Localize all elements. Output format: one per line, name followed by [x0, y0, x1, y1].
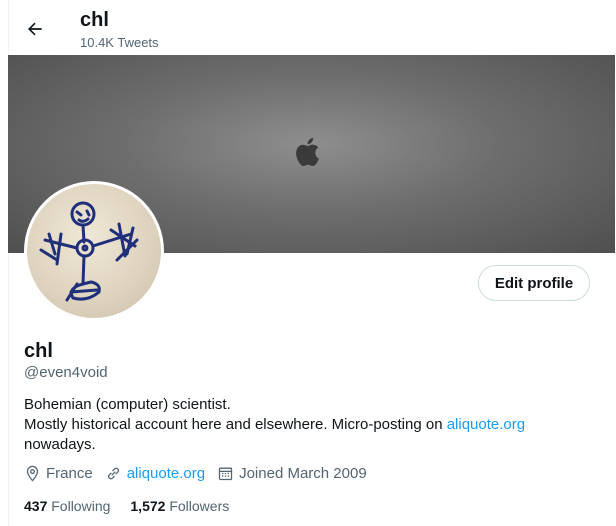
profile-meta: France aliquote.org Joined March 2009 — [24, 465, 379, 482]
following-count: 437 — [24, 498, 48, 514]
following-link[interactable]: 437 Following — [24, 498, 110, 514]
bio-line-1: Bohemian (computer) scientist. — [24, 396, 231, 413]
joined-item: Joined March 2009 — [217, 465, 367, 482]
location-item: France — [24, 465, 93, 482]
following-label: Following — [51, 498, 111, 514]
bio-line-2-text: Mostly historical account here and elsew… — [24, 416, 447, 433]
location-icon — [26, 465, 39, 482]
edit-profile-button[interactable]: Edit profile — [478, 265, 590, 301]
profile-bio: Bohemian (computer) scientist. Mostly hi… — [24, 395, 584, 455]
profile-name: chl — [24, 340, 53, 362]
profile-stats: 437 Following 1,572 Followers — [24, 498, 249, 514]
tweet-count: 10.4K Tweets — [80, 35, 159, 50]
link-icon — [107, 467, 119, 480]
followers-count: 1,572 — [130, 498, 166, 514]
followers-label: Followers — [169, 498, 230, 514]
location-text: France — [46, 465, 93, 482]
avatar-drawing — [39, 201, 139, 302]
bio-line-3: nowadays. — [24, 436, 96, 453]
website-item: aliquote.org — [105, 465, 205, 482]
followers-link[interactable]: 1,572 Followers — [130, 498, 229, 514]
bio-line-2: Mostly historical account here and elsew… — [24, 415, 584, 435]
back-arrow-icon — [28, 22, 42, 36]
avatar-image — [27, 184, 161, 318]
profile-handle: @even4void — [24, 364, 108, 381]
header-title: chl — [80, 9, 109, 31]
joined-text: Joined March 2009 — [239, 465, 367, 482]
avatar[interactable] — [24, 181, 164, 321]
calendar-icon — [218, 467, 233, 481]
website-link[interactable]: aliquote.org — [127, 465, 205, 482]
back-button[interactable] — [18, 12, 52, 46]
apple-logo-icon — [296, 137, 319, 167]
bio-link[interactable]: aliquote.org — [447, 416, 525, 433]
